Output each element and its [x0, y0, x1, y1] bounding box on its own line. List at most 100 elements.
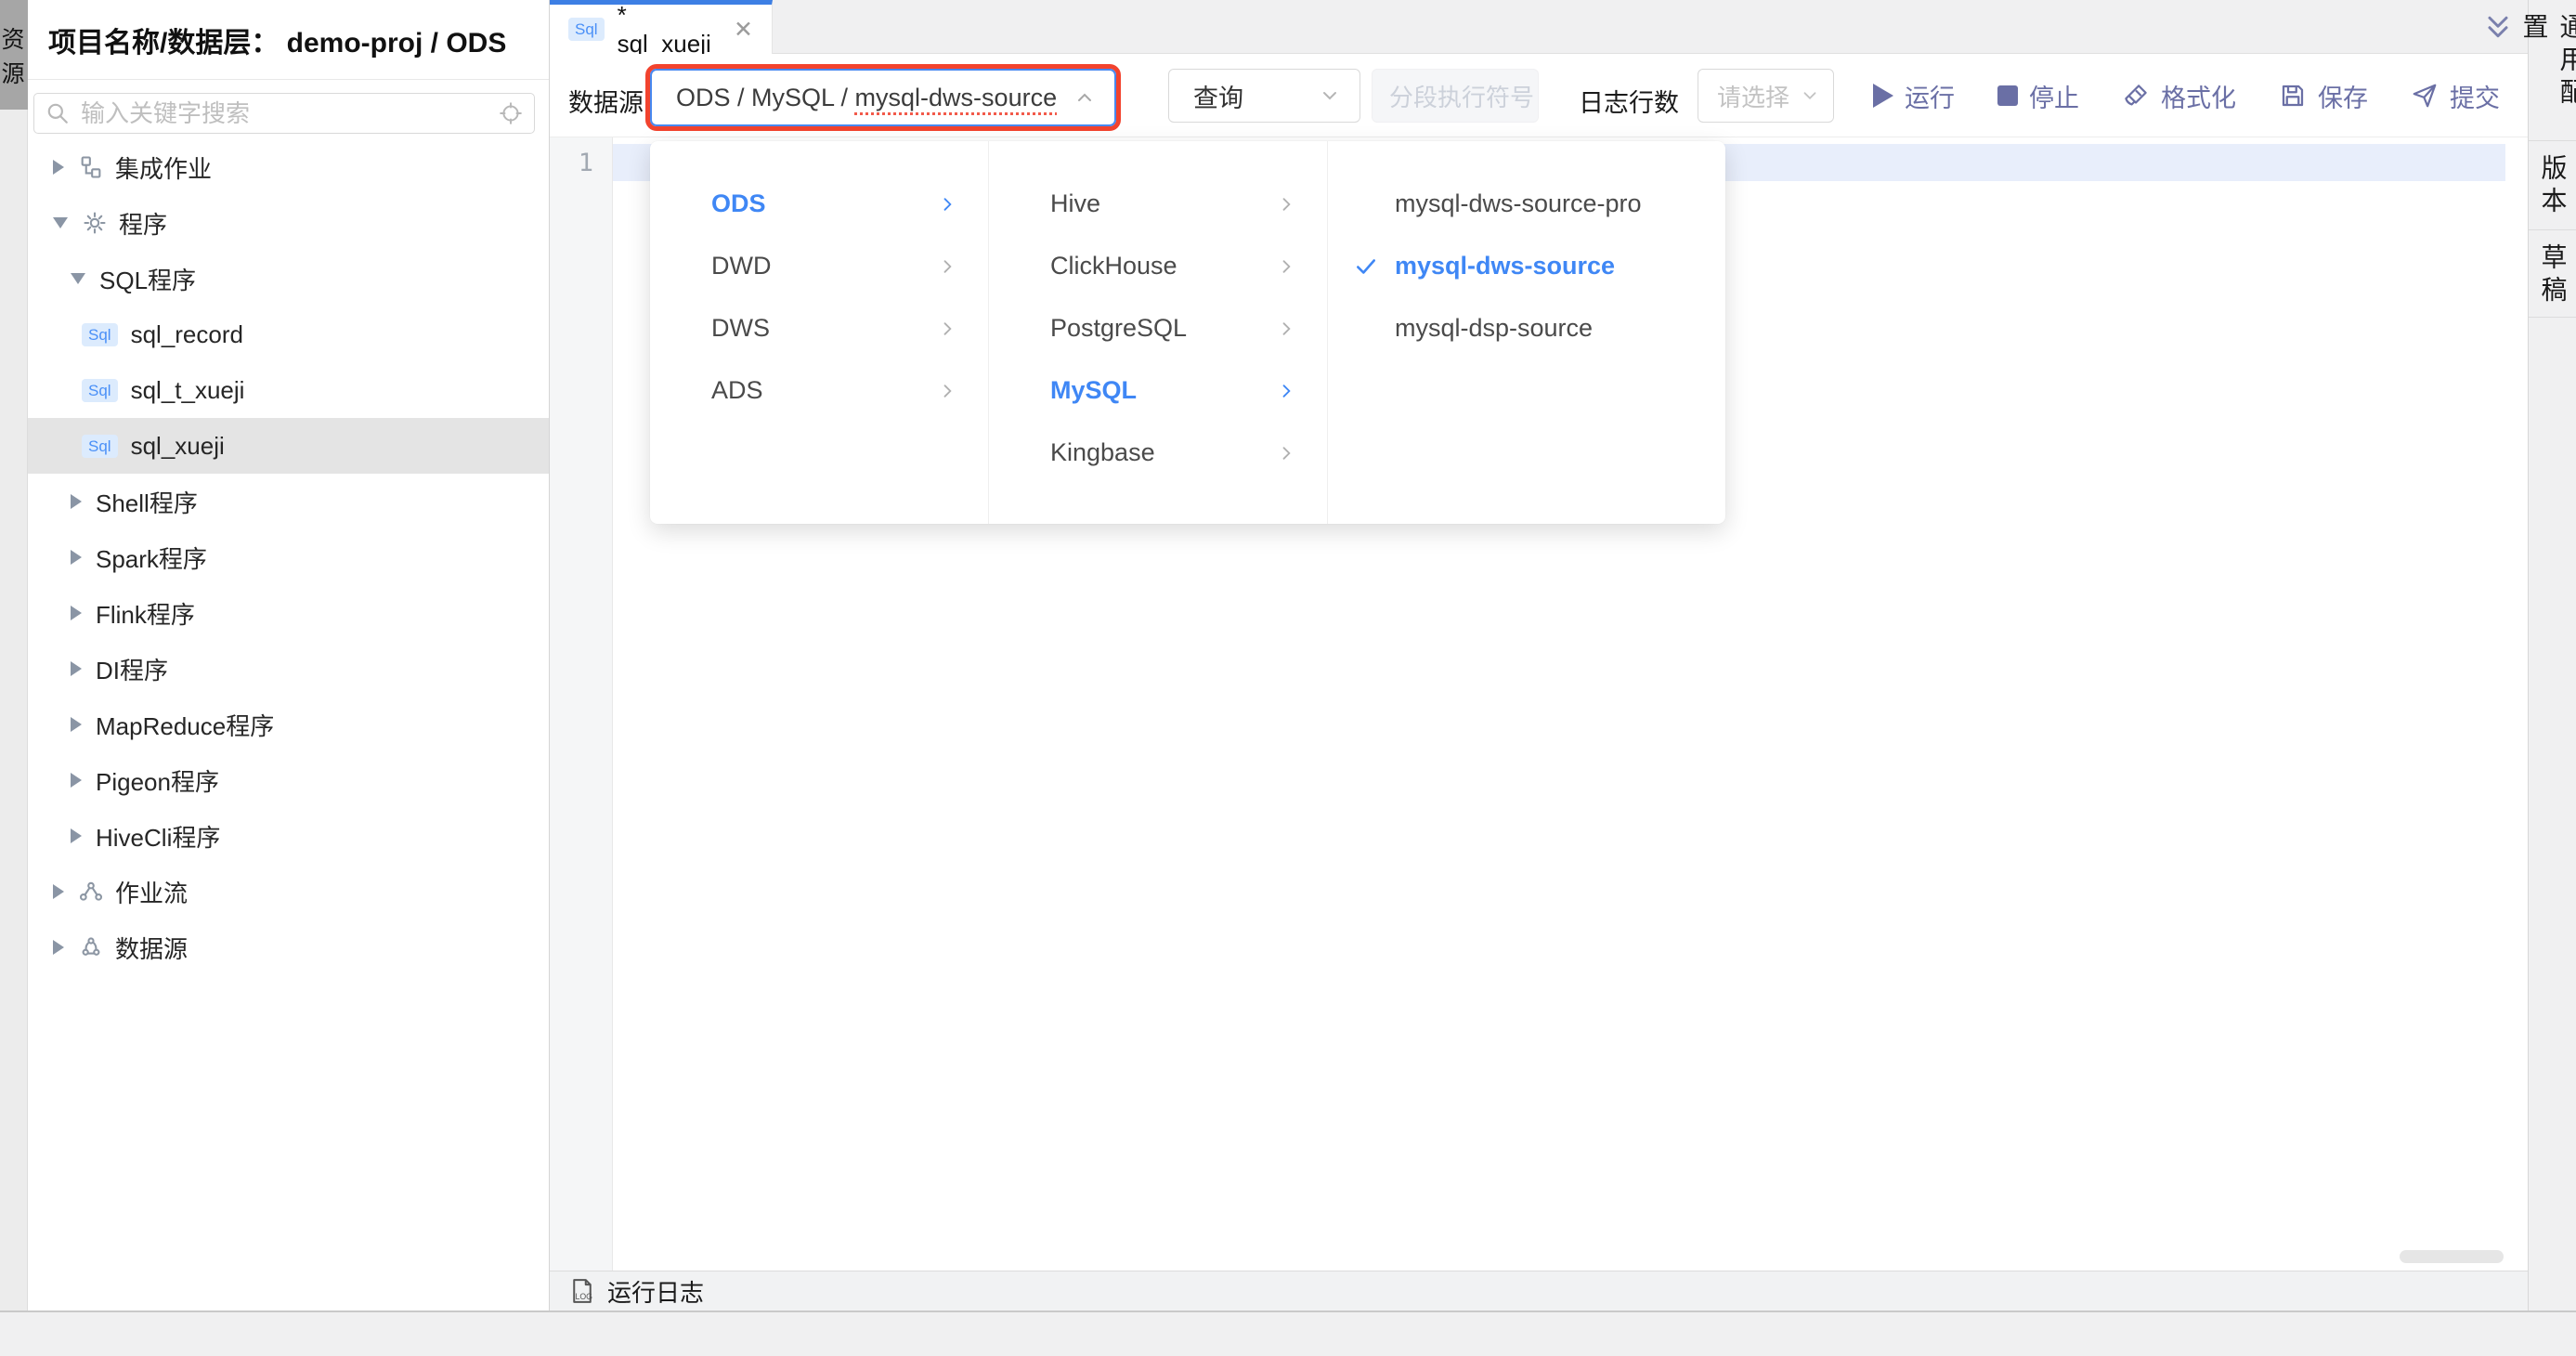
integration-icon [78, 154, 104, 180]
cascader-item-label: mysql-dws-source [1395, 252, 1615, 280]
tree-item-flink-programs[interactable]: Flink程序 [28, 585, 549, 641]
submit-button[interactable]: 提交 [2411, 78, 2500, 114]
cascader-item-label: DWD [711, 252, 771, 280]
tree-item-label: sql_record [131, 320, 243, 349]
format-button[interactable]: 格式化 [2122, 78, 2236, 114]
paper-plane-icon [2411, 82, 2439, 110]
tree-item-sql-record[interactable]: Sql sql_record [28, 306, 549, 362]
tree-item-integration-jobs[interactable]: 集成作业 [28, 139, 549, 195]
chevron-up-icon [1073, 86, 1096, 109]
stop-label: 停止 [2029, 78, 2079, 114]
tree-item-label: Pigeon程序 [96, 763, 219, 798]
tree-item-label: 程序 [119, 206, 167, 241]
tree-item-label: MapReduce程序 [96, 708, 274, 742]
sql-file-icon: Sql [568, 18, 605, 41]
left-rail-tab-resources[interactable]: 资源 [0, 0, 28, 110]
search-input[interactable] [79, 98, 499, 129]
tab-title: * sql_xueji [618, 1, 717, 59]
line-number-gutter: 1 [550, 137, 613, 1271]
tree-item-mapreduce-programs[interactable]: MapReduce程序 [28, 697, 549, 752]
tab-versions[interactable]: 版本 [2529, 141, 2576, 230]
horizontal-scrollbar[interactable] [2400, 1250, 2504, 1263]
sql-file-icon: Sql [82, 323, 118, 346]
search-box[interactable] [33, 93, 535, 134]
chevron-right-icon [71, 606, 82, 620]
double-chevron-down-icon[interactable] [2481, 10, 2515, 44]
workflow-icon [78, 879, 104, 905]
tree-item-label: sql_t_xueji [131, 376, 245, 405]
left-rail [0, 0, 28, 1310]
play-icon [1873, 84, 1893, 108]
run-button[interactable]: 运行 [1873, 78, 1955, 114]
stop-icon [1997, 85, 2018, 106]
cascader-item-mysql-dws-source[interactable]: mysql-dws-source [1328, 235, 1725, 297]
cascader-item-ads[interactable]: ADS [650, 359, 988, 422]
tree-item-sql-t-xueji[interactable]: Sql sql_t_xueji [28, 362, 549, 418]
cascader-item-kingbase[interactable]: Kingbase [989, 422, 1327, 484]
chevron-right-icon [71, 661, 82, 676]
close-icon[interactable]: ✕ [734, 16, 753, 44]
chevron-down-icon [1319, 85, 1341, 107]
datasource-value: ODS / MySQL / mysql-dws-source [676, 84, 1057, 112]
tree-item-spark-programs[interactable]: Spark程序 [28, 529, 549, 585]
save-button[interactable]: 保存 [2279, 78, 2368, 114]
tab-drafts[interactable]: 草稿 [2529, 230, 2576, 318]
editor-toolbar: 数据源 ODS / MySQL / mysql-dws-source 查询 分段… [550, 54, 2528, 137]
cascader-item-mysql[interactable]: MySQL [989, 359, 1327, 422]
cascader-item-label: mysql-dws-source-pro [1395, 189, 1642, 218]
cascader-item-label: DWS [711, 314, 770, 343]
tree-item-hivecli-programs[interactable]: HiveCli程序 [28, 808, 549, 864]
chevron-right-icon [1277, 257, 1295, 276]
cascader-item-clickhouse[interactable]: ClickHouse [989, 235, 1327, 297]
tree-item-label: 集成作业 [115, 150, 212, 185]
tree-item-pigeon-programs[interactable]: Pigeon程序 [28, 752, 549, 808]
cascader-item-label: Hive [1050, 189, 1100, 218]
tab-sql-xueji[interactable]: Sql * sql_xueji ✕ [550, 0, 773, 54]
tree-item-programs[interactable]: 程序 [28, 195, 549, 251]
chevron-down-icon [53, 217, 68, 228]
run-label: 运行 [1905, 78, 1955, 114]
cascader-item-label: mysql-dsp-source [1395, 314, 1593, 343]
cascader-source-column: mysql-dws-source-pro mysql-dws-source my… [1328, 141, 1725, 524]
tree-item-sql-xueji[interactable]: Sql sql_xueji [28, 418, 549, 474]
tree-item-shell-programs[interactable]: Shell程序 [28, 474, 549, 529]
cascader-item-dws[interactable]: DWS [650, 297, 988, 359]
gear-icon [82, 210, 108, 236]
project-title: 项目名称/数据层： demo-proj / ODS [28, 0, 549, 80]
format-brush-icon [2122, 82, 2150, 110]
tab-label: 草稿 [2534, 230, 2571, 317]
chevron-right-icon [1277, 382, 1295, 400]
locate-icon[interactable] [499, 101, 523, 125]
chevron-right-icon [71, 494, 82, 509]
tree-item-label: Flink程序 [96, 596, 195, 631]
log-lines-label: 日志行数 [1579, 83, 1679, 119]
cascader-item-mysql-dws-source-pro[interactable]: mysql-dws-source-pro [1328, 173, 1725, 235]
chevron-down-icon [1800, 85, 1820, 106]
query-mode-select[interactable]: 查询 [1168, 69, 1360, 123]
tab-label: 通用配置 [2516, 0, 2576, 140]
chevron-right-icon [71, 773, 82, 788]
datasource-cascader-dropdown: ODS DWD DWS ADS Hive ClickHouse [650, 141, 1725, 524]
cascader-item-mysql-dsp-source[interactable]: mysql-dsp-source [1328, 297, 1725, 359]
datasource-select[interactable]: ODS / MySQL / mysql-dws-source [650, 69, 1116, 126]
tree-item-label: HiveCli程序 [96, 819, 220, 854]
cascader-item-dwd[interactable]: DWD [650, 235, 988, 297]
cascader-item-ods[interactable]: ODS [650, 173, 988, 235]
tree-item-di-programs[interactable]: DI程序 [28, 641, 549, 697]
cascader-item-label: MySQL [1050, 376, 1137, 405]
tree-item-label: Shell程序 [96, 485, 198, 519]
tree-item-workflows[interactable]: 作业流 [28, 864, 549, 919]
run-log-bar[interactable]: LOG 运行日志 [550, 1271, 2528, 1310]
chevron-right-icon [1277, 444, 1295, 463]
tree-item-datasources[interactable]: 数据源 [28, 919, 549, 975]
log-lines-select[interactable]: 请选择 [1698, 69, 1834, 123]
tab-general-config[interactable]: 通用配置 [2529, 0, 2576, 141]
tree-item-sql-programs[interactable]: SQL程序 [28, 251, 549, 306]
cascader-item-hive[interactable]: Hive [989, 173, 1327, 235]
stop-button[interactable]: 停止 [1997, 78, 2079, 114]
cascader-item-postgresql[interactable]: PostgreSQL [989, 297, 1327, 359]
datasource-icon [78, 934, 104, 960]
cascader-item-label: PostgreSQL [1050, 314, 1187, 343]
app-window: 资源 项目名称/数据层： demo-proj / ODS 集成作业 [0, 0, 2576, 1356]
tab-strip: Sql * sql_xueji ✕ [550, 0, 2528, 54]
